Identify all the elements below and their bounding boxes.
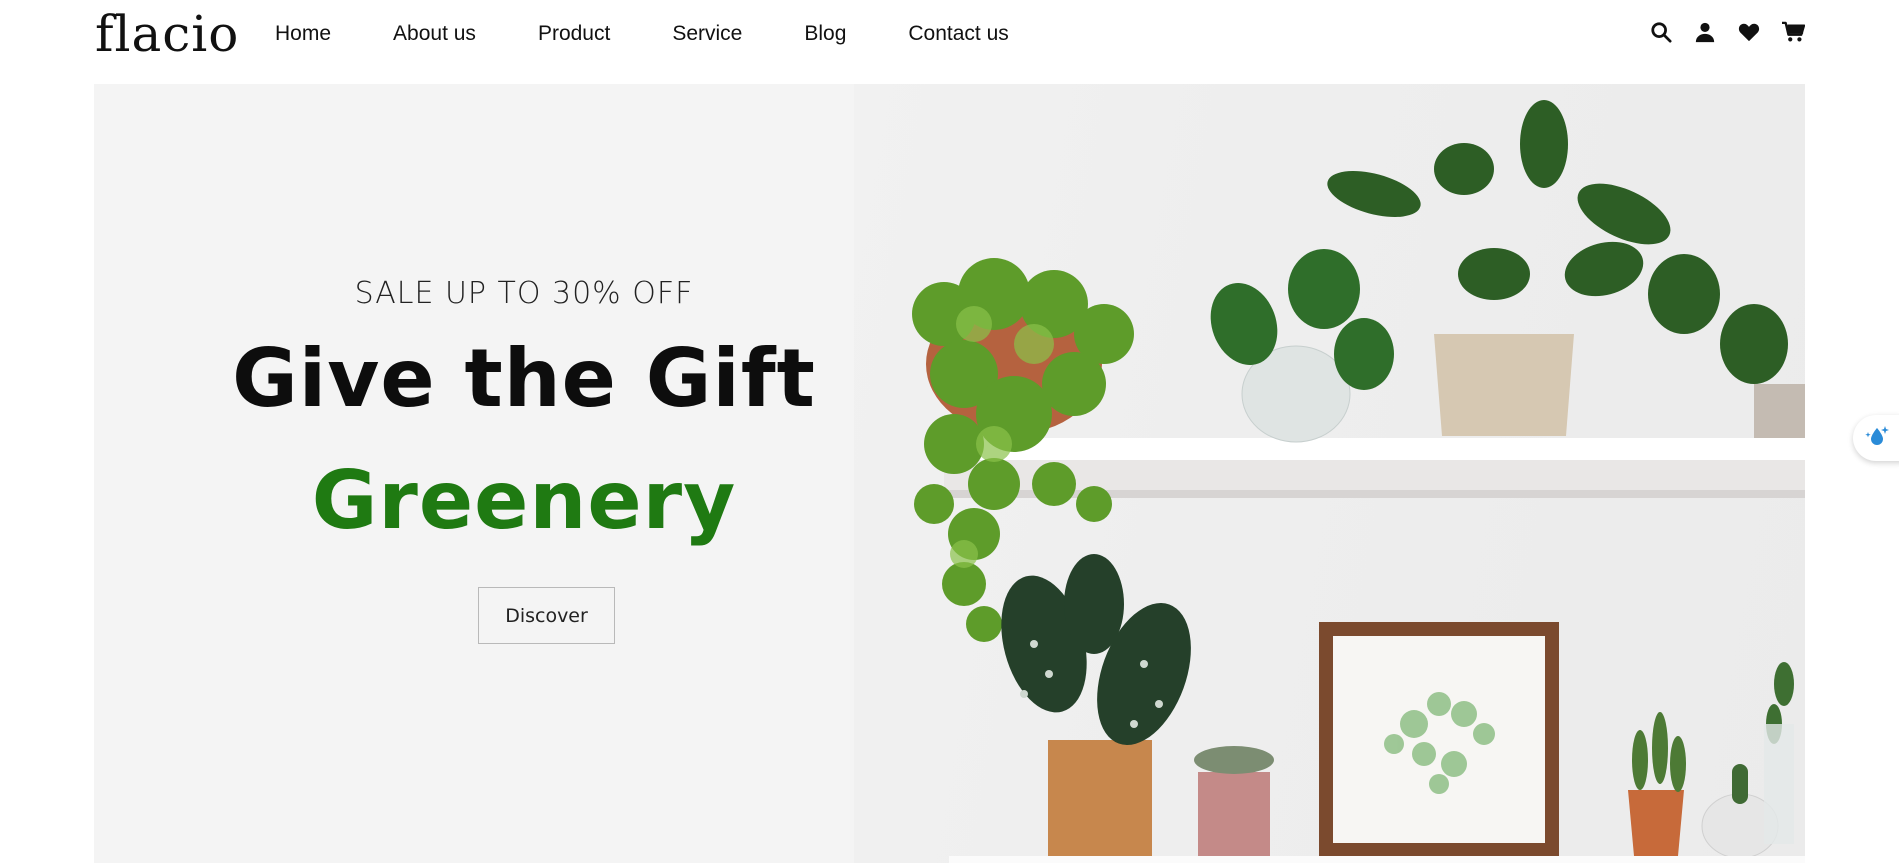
- nav-item-blog[interactable]: Blog: [804, 20, 846, 48]
- site-header: flacio Home About us Product Service Blo…: [0, 0, 1899, 84]
- nav-item-contact-us[interactable]: Contact us: [908, 20, 1008, 48]
- main-nav: Home About us Product Service Blog Conta…: [275, 20, 1009, 48]
- brand-logo[interactable]: flacio: [95, 8, 239, 60]
- plant-shelf-illustration: [912, 100, 1805, 863]
- nav-item-about-us[interactable]: About us: [393, 20, 476, 48]
- heart-icon[interactable]: [1737, 20, 1761, 44]
- nav-item-product[interactable]: Product: [538, 20, 610, 48]
- nav-item-service[interactable]: Service: [672, 20, 742, 48]
- water-drop-sparkle-icon: [1865, 424, 1891, 453]
- search-icon[interactable]: [1649, 20, 1673, 44]
- user-icon[interactable]: [1693, 20, 1717, 44]
- header-actions: [1649, 20, 1805, 44]
- nav-item-home[interactable]: Home: [275, 20, 331, 48]
- floating-helper-button[interactable]: [1853, 415, 1899, 461]
- hero-banner: SALE UP TO 30% OFF Give the Gift Greener…: [94, 84, 1805, 863]
- cart-icon[interactable]: [1781, 20, 1805, 44]
